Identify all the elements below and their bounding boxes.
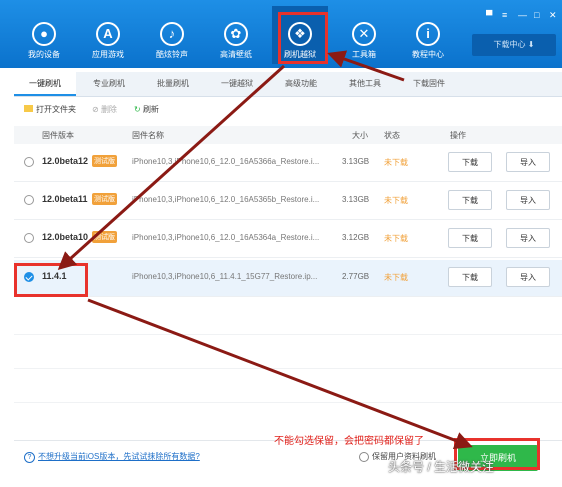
firmware-size: 3.12GB	[342, 233, 370, 242]
wipe-data-link-label: 不想升级当前iOS版本，先试试抹除所有数据?	[38, 452, 200, 461]
nav-tutorials[interactable]: i 教程中心	[400, 6, 456, 64]
row-radio[interactable]	[24, 195, 34, 205]
download-status: 未下载	[384, 273, 408, 282]
table-row-selected[interactable]: 11.4.1 iPhone10,3,iPhone10,6_11.4.1_15G7…	[14, 260, 562, 297]
tab-one-click-jailbreak[interactable]: 一键越狱	[206, 72, 268, 96]
nav-wallpapers[interactable]: ✿ 高清壁纸	[208, 6, 264, 64]
table-row[interactable]: 12.0beta12 测试版 iPhone10,3,iPhone10,6_12.…	[14, 145, 562, 182]
divider	[14, 368, 562, 369]
open-folder-label: 打开文件夹	[36, 105, 76, 114]
table-row[interactable]: 12.0beta11 测试版 iPhone10,3,iPhone10,6_12.…	[14, 183, 562, 220]
annotation-box-row	[14, 263, 88, 297]
bell-icon: ♪	[160, 22, 184, 46]
nav-label: 教程中心	[412, 50, 444, 59]
arrow-to-flash	[87, 298, 473, 450]
tab-other-tools[interactable]: 其他工具	[334, 72, 396, 96]
firmware-name: iPhone10,3,iPhone10,6_12.0_16A5365b_Rest…	[132, 195, 320, 204]
header-status: 状态	[384, 131, 400, 140]
nav-my-device[interactable]: ● 我的设备	[16, 6, 72, 64]
delete-icon: ⊘	[92, 105, 101, 114]
firmware-name: iPhone10,3,iPhone10,6_11.4.1_15G77_Resto…	[132, 272, 318, 281]
tab-batch-flash[interactable]: 批量刷机	[142, 72, 204, 96]
download-icon: ⬇	[527, 40, 535, 49]
download-button[interactable]: 下载	[448, 267, 492, 287]
close-icon[interactable]: ✕	[549, 10, 557, 21]
beta-badge: 测试版	[92, 193, 117, 205]
question-icon: ?	[24, 452, 35, 463]
delete-button[interactable]: ⊘ 删除	[92, 104, 117, 115]
download-button[interactable]: 下载	[448, 152, 492, 172]
folder-icon	[24, 105, 33, 112]
firmware-version: 12.0beta11	[42, 194, 88, 204]
nav-ringtones[interactable]: ♪ 酷炫铃声	[144, 6, 200, 64]
header-version: 固件版本	[42, 131, 74, 140]
nav-label: 我的设备	[28, 50, 60, 59]
tab-one-click-flash[interactable]: 一键刷机	[14, 72, 76, 96]
download-button[interactable]: 下载	[448, 228, 492, 248]
open-folder-button[interactable]: 打开文件夹	[24, 104, 76, 115]
nav-label: 酷炫铃声	[156, 50, 188, 59]
tab-advanced[interactable]: 高级功能	[270, 72, 332, 96]
nav-label: 应用游戏	[92, 50, 124, 59]
maximize-icon[interactable]: □	[534, 10, 539, 20]
tab-pro-flash[interactable]: 专业刷机	[78, 72, 140, 96]
import-button[interactable]: 导入	[506, 228, 550, 248]
import-button[interactable]: 导入	[506, 267, 550, 287]
import-button[interactable]: 导入	[506, 190, 550, 210]
header-name: 固件名称	[132, 131, 164, 140]
keep-user-data-radio[interactable]	[359, 451, 369, 462]
table-row[interactable]: 12.0beta10 测试版 iPhone10,3,iPhone10,6_12.…	[14, 221, 562, 258]
refresh-button[interactable]: ↻ 刷新	[134, 104, 159, 115]
beta-badge: 测试版	[92, 231, 117, 243]
beta-badge: 测试版	[92, 155, 117, 167]
header-action: 操作	[450, 131, 466, 140]
firmware-size: 3.13GB	[342, 157, 370, 166]
skin-icon[interactable]: ▀	[486, 10, 492, 20]
firmware-version: 12.0beta12	[42, 156, 89, 166]
tools-icon: ✕	[352, 22, 376, 46]
table-header: 固件版本 固件名称 大小 状态 操作	[14, 126, 562, 144]
firmware-name: iPhone10,3,iPhone10,6_12.0_16A5366a_Rest…	[132, 157, 320, 166]
row-radio[interactable]	[24, 157, 34, 167]
download-status: 未下载	[384, 234, 408, 243]
import-button[interactable]: 导入	[506, 152, 550, 172]
watermark: 头条号 / 生活微关注	[388, 460, 495, 474]
info-icon: i	[416, 22, 440, 46]
wipe-data-link[interactable]: ? 不想升级当前iOS版本，先试试抹除所有数据?	[24, 451, 200, 463]
nav-label: 高清壁纸	[220, 50, 252, 59]
firmware-name: iPhone10,3,iPhone10,6_12.0_16A5364a_Rest…	[132, 233, 320, 242]
header-size: 大小	[352, 131, 368, 140]
download-button[interactable]: 下载	[448, 190, 492, 210]
delete-label: 删除	[100, 105, 117, 114]
annotation-text: 不能勾选保留，会把密码都保留了	[274, 436, 424, 447]
divider	[14, 334, 562, 335]
minimize-icon[interactable]: —	[518, 10, 527, 20]
flower-icon: ✿	[224, 22, 248, 46]
firmware-size: 3.13GB	[342, 195, 370, 204]
row-radio[interactable]	[24, 233, 34, 243]
download-status: 未下载	[384, 196, 408, 205]
refresh-icon: ↻	[134, 105, 143, 114]
download-center-button[interactable]: 下载中心 ⬇	[472, 34, 556, 56]
tab-bar: 一键刷机 专业刷机 批量刷机 一键越狱 高级功能 其他工具 下载固件	[14, 72, 562, 97]
tab-download-firmware[interactable]: 下载固件	[398, 72, 460, 96]
annotation-box-nav	[278, 12, 328, 64]
nav-toolbox[interactable]: ✕ 工具箱	[336, 6, 392, 64]
menu-icon[interactable]: ≡	[502, 10, 507, 20]
firmware-size: 2.77GB	[342, 272, 370, 281]
toolbar: 打开文件夹 ⊘ 删除 ↻ 刷新	[14, 100, 562, 122]
nav-apps-games[interactable]: A 应用游戏	[80, 6, 136, 64]
firmware-version: 12.0beta10	[42, 232, 89, 242]
apple-icon: ●	[32, 22, 56, 46]
nav-label: 工具箱	[352, 50, 376, 59]
download-status: 未下载	[384, 158, 408, 167]
download-center-label: 下载中心	[493, 40, 526, 49]
appstore-icon: A	[96, 22, 120, 46]
refresh-label: 刷新	[142, 105, 159, 114]
divider	[14, 402, 562, 403]
